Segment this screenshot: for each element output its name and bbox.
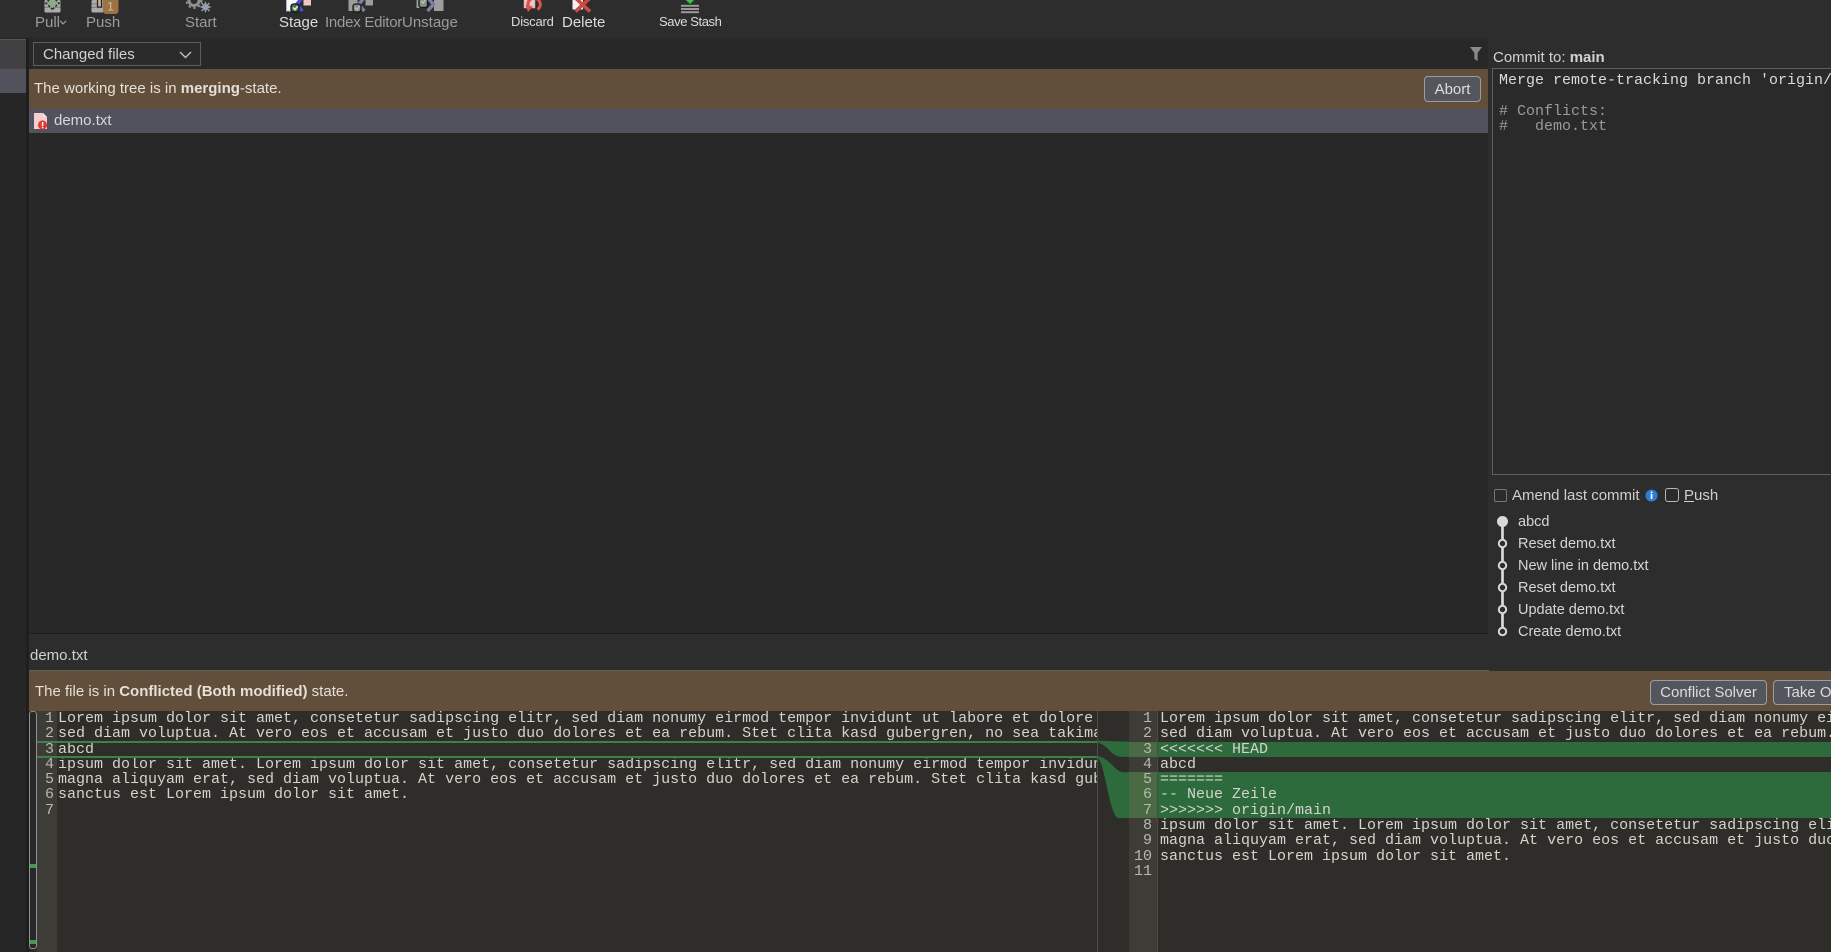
svg-text:1: 1: [107, 0, 114, 14]
